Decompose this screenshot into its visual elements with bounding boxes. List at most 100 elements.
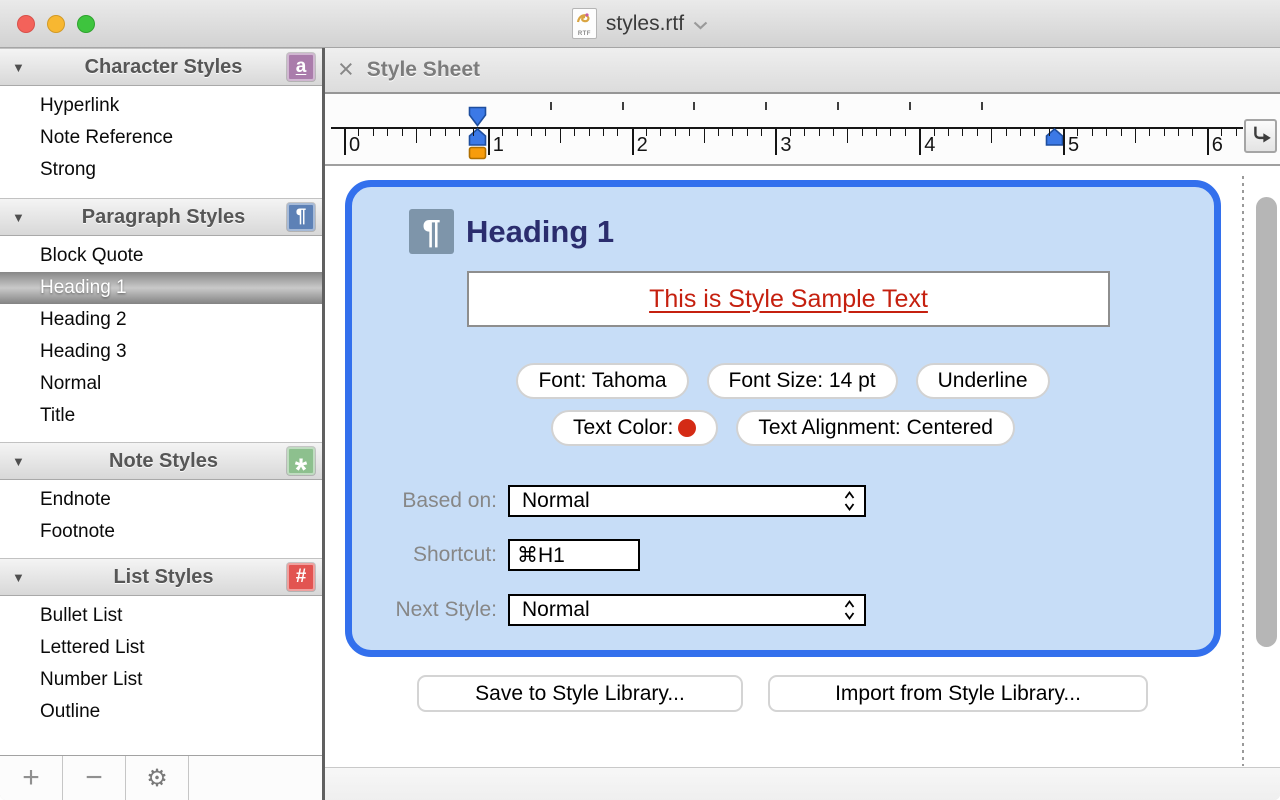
sidebar-item-outline[interactable]: Outline [0, 696, 322, 728]
ruler-tick [488, 129, 490, 155]
next-style-select[interactable]: Normal [508, 594, 866, 626]
sidebar-item-block-quote[interactable]: Block Quote [0, 240, 322, 272]
tab-stop-mark[interactable] [765, 102, 767, 110]
pane-title: Style Sheet [367, 58, 480, 82]
ruler-tick [718, 129, 719, 136]
remove-style-button[interactable]: − [63, 756, 126, 800]
section-header-paragraph-styles[interactable]: ▼ Paragraph Styles ¶ [0, 198, 322, 236]
note-style-badge-icon: * [287, 447, 315, 475]
sidebar-item-normal[interactable]: Normal [0, 368, 322, 400]
line-break-button[interactable] [1244, 119, 1277, 153]
ruler-tick [890, 129, 891, 136]
disclosure-triangle-icon[interactable]: ▼ [12, 210, 40, 225]
save-to-style-library-button[interactable]: Save to Style Library... [417, 675, 743, 712]
sidebar-item-hyperlink[interactable]: Hyperlink [0, 90, 322, 122]
attribute-pill-row-2: Text Color:Text Alignment: Centered [352, 410, 1214, 446]
based-on-select[interactable]: Normal [508, 485, 866, 517]
ruler-tick [574, 129, 575, 136]
ruler-tick [747, 129, 748, 136]
import-from-style-library-button[interactable]: Import from Style Library... [768, 675, 1148, 712]
ruler-tick [402, 129, 403, 136]
return-arrow-icon [1247, 122, 1275, 150]
tab-stop-mark[interactable] [837, 102, 839, 110]
style-sheet-pane: × Style Sheet 0123456 [325, 48, 1280, 800]
ruler-number-label: 4 [924, 134, 935, 157]
close-icon[interactable]: × [338, 54, 354, 85]
shortcut-label: Shortcut: [352, 543, 497, 567]
attribute-pill-font-tahoma: Font: Tahoma [516, 363, 688, 399]
ruler-tick [517, 129, 518, 136]
ruler-tick [1178, 129, 1179, 136]
sidebar-item-note-reference[interactable]: Note Reference [0, 122, 322, 154]
tab-stop-mark[interactable] [693, 102, 695, 110]
tab-stop-mark[interactable] [622, 102, 624, 110]
section-header-note-styles[interactable]: ▼ Note Styles * [0, 442, 322, 480]
ruler-tick [919, 129, 921, 155]
ruler-tick [675, 129, 676, 136]
sidebar-item-strong[interactable]: Strong [0, 154, 322, 186]
style-editor-panel: ¶ Heading 1 This is Style Sample Text Fo… [345, 180, 1221, 657]
disclosure-triangle-icon[interactable]: ▼ [12, 570, 40, 585]
ruler-tick [387, 129, 388, 136]
document-proxy-icon[interactable]: RTF [572, 8, 597, 39]
file-type-label: RTF [578, 30, 591, 38]
ruler-tick [1034, 129, 1035, 136]
ruler-tick [603, 129, 604, 136]
sidebar-item-bullet-list[interactable]: Bullet List [0, 600, 322, 632]
ruler-tick [1020, 129, 1021, 136]
ruler-tick [819, 129, 820, 136]
sidebar-item-number-list[interactable]: Number List [0, 664, 322, 696]
character-style-badge-icon: a [287, 53, 315, 81]
ruler-tick [560, 129, 561, 143]
sidebar-item-heading-2[interactable]: Heading 2 [0, 304, 322, 336]
ruler-tick [1135, 129, 1136, 143]
attribute-pill-underline: Underline [916, 363, 1050, 399]
section-header-list-styles[interactable]: ▼ List Styles # [0, 558, 322, 596]
style-sheet-header: × Style Sheet [325, 48, 1280, 94]
paragraph-style-icon: ¶ [409, 209, 454, 254]
left-margin-marker[interactable] [468, 146, 487, 160]
section-title: List Styles [40, 566, 287, 589]
ruler-tick [1192, 129, 1193, 136]
scrollbar-thumb[interactable] [1256, 197, 1277, 647]
ruler-tick [430, 129, 431, 136]
first-line-indent-marker[interactable] [468, 106, 487, 127]
sidebar-item-heading-1[interactable]: Heading 1 [0, 272, 322, 304]
sidebar-item-lettered-list[interactable]: Lettered List [0, 632, 322, 664]
ruler-tick [847, 129, 848, 143]
disclosure-triangle-icon[interactable]: ▼ [12, 454, 40, 469]
attribute-pill-font-size-14-pt: Font Size: 14 pt [707, 363, 898, 399]
left-indent-marker[interactable] [468, 128, 487, 146]
add-style-button[interactable]: + [0, 756, 63, 800]
ruler-tick [905, 129, 906, 136]
sidebar-item-title[interactable]: Title [0, 400, 322, 432]
ruler-tick [689, 129, 690, 136]
tab-stop-mark[interactable] [550, 102, 552, 110]
shortcut-input[interactable]: ⌘H1 [508, 539, 640, 571]
title-bar: RTF styles.rtf [0, 0, 1280, 48]
rtf-art-icon [576, 12, 593, 28]
section-title: Character Styles [40, 56, 287, 79]
ruler-tick [804, 129, 805, 136]
shortcut-value: ⌘H1 [517, 543, 565, 568]
disclosure-triangle-icon[interactable]: ▼ [12, 60, 40, 75]
style-sample-text: This is Style Sample Text [649, 285, 928, 314]
tab-stop-mark[interactable] [909, 102, 911, 110]
ruler-tick [1092, 129, 1093, 136]
sidebar-item-endnote[interactable]: Endnote [0, 484, 322, 516]
section-header-character-styles[interactable]: ▼ Character Styles a [0, 48, 322, 86]
ruler-tick [344, 129, 346, 155]
ruler-tick [1121, 129, 1122, 136]
stepper-chevrons-icon [843, 490, 856, 512]
gear-actions-button[interactable]: ⚙ [126, 756, 189, 800]
tab-stop-mark[interactable] [981, 102, 983, 110]
ruler-number-label: 5 [1068, 134, 1079, 157]
sidebar-item-footnote[interactable]: Footnote [0, 516, 322, 548]
ruler-tick [660, 129, 661, 136]
ruler-tick [416, 129, 417, 143]
sidebar-item-heading-3[interactable]: Heading 3 [0, 336, 322, 368]
title-chevron-down-icon[interactable] [693, 21, 708, 30]
next-style-label: Next Style: [352, 598, 497, 622]
ruler-tick [977, 129, 978, 136]
ruler-number-label: 6 [1212, 134, 1223, 157]
